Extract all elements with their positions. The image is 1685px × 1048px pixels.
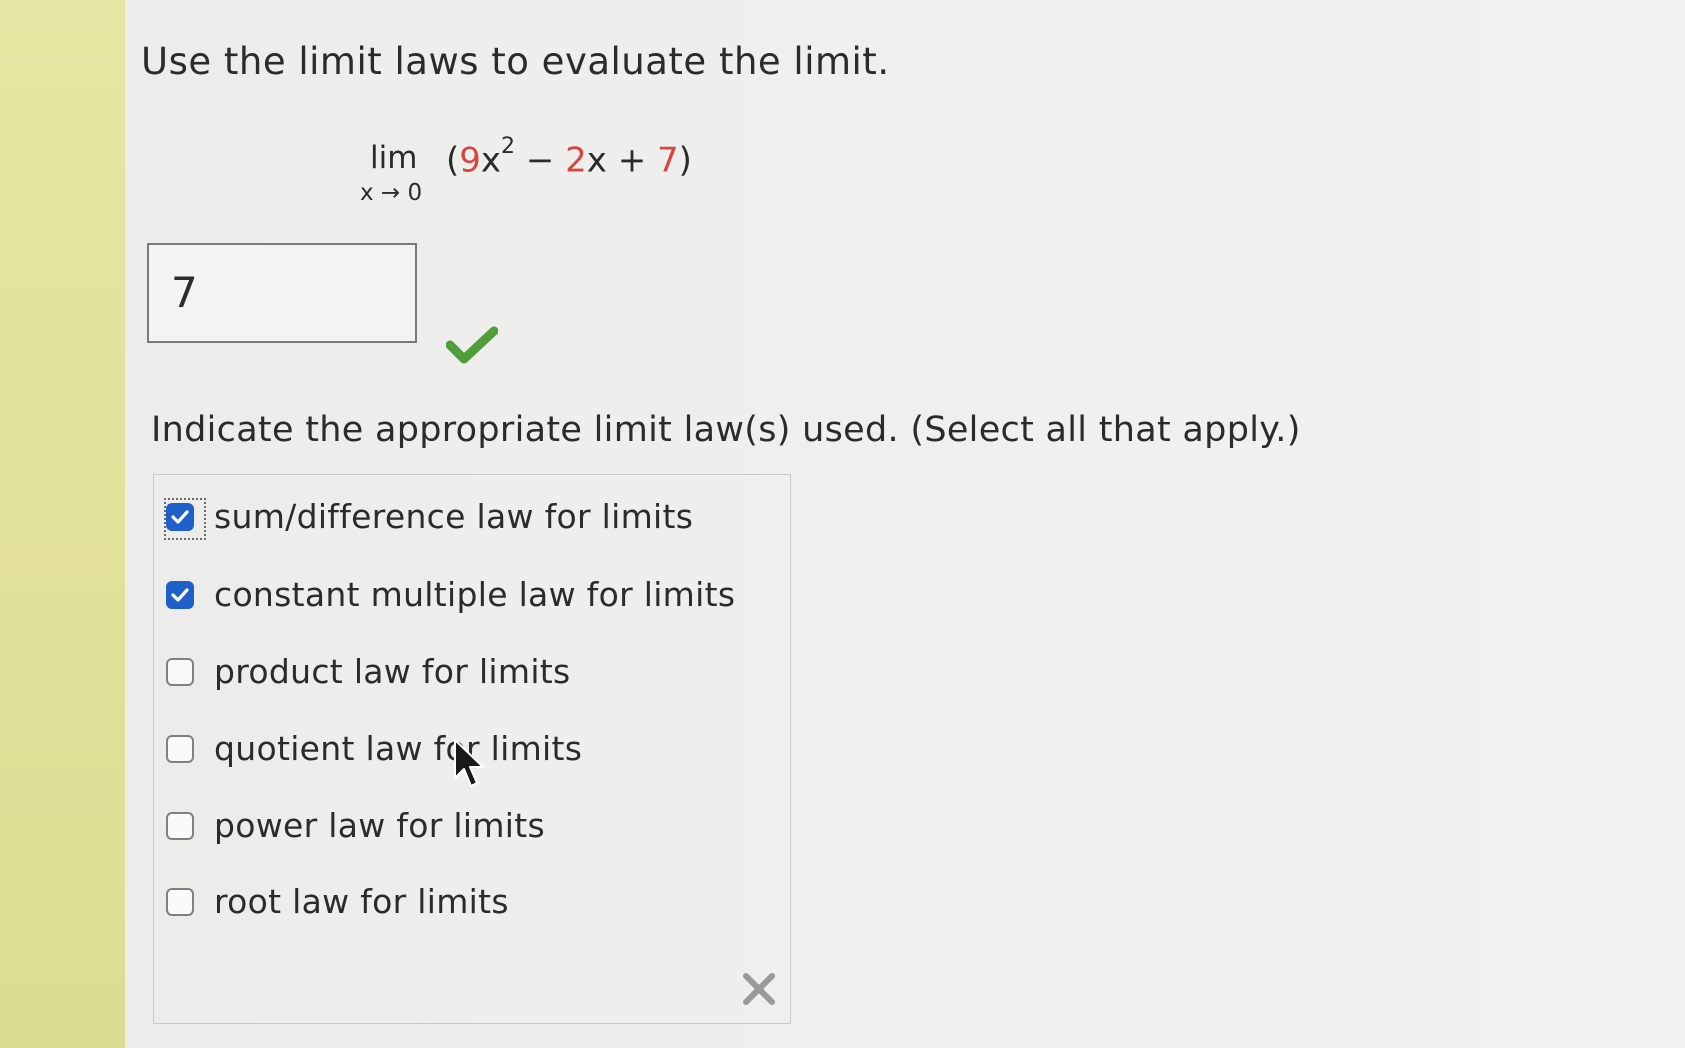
limit-function: (9x2 − 2x + 7) xyxy=(446,134,692,181)
checkbox-root[interactable] xyxy=(166,887,194,916)
option-label: constant multiple law for limits xyxy=(214,575,736,614)
lim-operator: lim xyxy=(370,140,418,176)
option-label: quotient law for limits xyxy=(214,729,583,768)
checkbox-sum-difference[interactable] xyxy=(164,497,206,540)
focus-ring xyxy=(164,497,206,540)
instruction-text: Indicate the appropriate limit law(s) us… xyxy=(151,410,1301,450)
option-quotient[interactable]: quotient law for limits xyxy=(166,729,582,768)
option-label: product law for limits xyxy=(214,652,571,691)
left-sidebar-strip xyxy=(0,0,126,1048)
checkmark-icon xyxy=(171,587,189,602)
correct-check-icon xyxy=(446,326,498,364)
checkbox-power[interactable] xyxy=(166,811,194,840)
answer-input[interactable]: 7 xyxy=(147,243,417,343)
question-prompt: Use the limit laws to evaluate the limit… xyxy=(141,40,890,83)
incorrect-x-icon xyxy=(743,973,775,1005)
checkbox-quotient[interactable] xyxy=(166,734,194,763)
option-constant-multiple[interactable]: constant multiple law for limits xyxy=(166,575,735,614)
lim-subscript: x → 0 xyxy=(360,180,423,206)
option-root[interactable]: root law for limits xyxy=(166,882,509,921)
option-label: root law for limits xyxy=(214,882,509,921)
option-power[interactable]: power law for limits xyxy=(166,806,545,845)
option-product[interactable]: product law for limits xyxy=(166,652,571,691)
checkbox-product[interactable] xyxy=(166,657,194,686)
checkbox-constant-multiple[interactable] xyxy=(166,580,194,609)
option-label: power law for limits xyxy=(214,806,546,845)
option-label: sum/difference law for limits xyxy=(214,497,694,536)
option-sum-difference[interactable]: sum/difference law for limits xyxy=(164,497,694,540)
mouse-cursor-icon xyxy=(454,739,484,787)
